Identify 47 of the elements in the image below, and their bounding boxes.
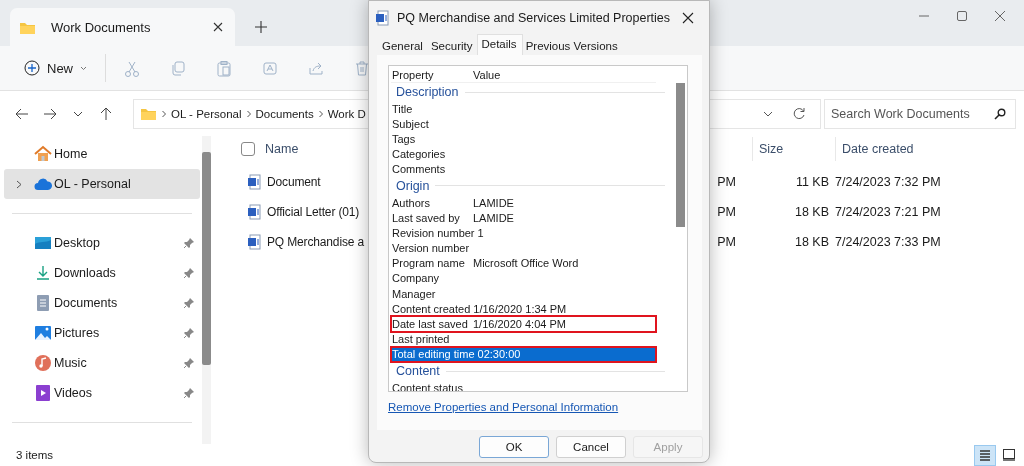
sidebar-label: Documents [54, 296, 119, 310]
property-name: Categories [391, 148, 447, 161]
property-name: Company [391, 272, 441, 285]
property-name: Subject [391, 117, 430, 130]
file-size: 11 KB [795, 175, 829, 189]
sidebar-label: OL - Personal [54, 177, 132, 191]
sidebar-label: Downloads [54, 266, 117, 280]
property-name: Revision number [391, 226, 476, 239]
property-name: Program name [391, 257, 466, 270]
property-name: Comments [391, 163, 447, 176]
file-size: 18 KB [794, 235, 829, 249]
property-name: Date last saved [391, 318, 469, 331]
property-value: 1/16/2020 1:34 PM [473, 302, 567, 315]
date-modified: PM [717, 205, 736, 219]
group-heading: Description [396, 85, 459, 99]
property-value: LAMIDE [473, 196, 514, 209]
file-size: 18 KB [794, 205, 829, 219]
sidebar-label: Music [54, 356, 88, 370]
sidebar-label: Desktop [54, 236, 101, 250]
property-name: Manager [391, 287, 437, 300]
group-heading: Origin [396, 178, 430, 193]
item-count: 3 items [16, 449, 54, 461]
property-name: Last saved by [391, 211, 461, 224]
property-value: Microsoft Office Word [473, 257, 579, 270]
property-value: 02:30:00 [477, 348, 521, 361]
date-created: 7/24/2023 7:21 PM [835, 205, 941, 219]
property-name: Authors [391, 196, 431, 209]
property-name: Content status [391, 381, 464, 391]
property-name: Version number [391, 242, 471, 255]
property-name: Tags [391, 132, 417, 145]
date-modified: PM [717, 175, 736, 189]
property-name: Content created [391, 302, 472, 315]
date-created: 7/24/2023 7:32 PM [835, 175, 941, 189]
property-name: Total editing time [391, 348, 476, 361]
property-value: 1/16/2020 4:04 PM [473, 318, 566, 331]
dialog-title: PQ Merchandise and Services Limited Properties [397, 11, 672, 25]
sidebar-label: Home [54, 147, 89, 161]
property-value: LAMIDE [473, 211, 514, 224]
property-value: 1 [477, 226, 484, 239]
property-name: Title [391, 102, 414, 115]
property-name: Last printed [391, 333, 451, 346]
tab-title: Work Documents [51, 19, 152, 35]
group-heading: Content [396, 364, 440, 378]
sidebar-label: Videos [54, 386, 93, 400]
date-created: 7/24/2023 7:33 PM [835, 235, 941, 249]
sidebar-label: Pictures [54, 326, 101, 340]
date-modified: PM [717, 235, 736, 249]
